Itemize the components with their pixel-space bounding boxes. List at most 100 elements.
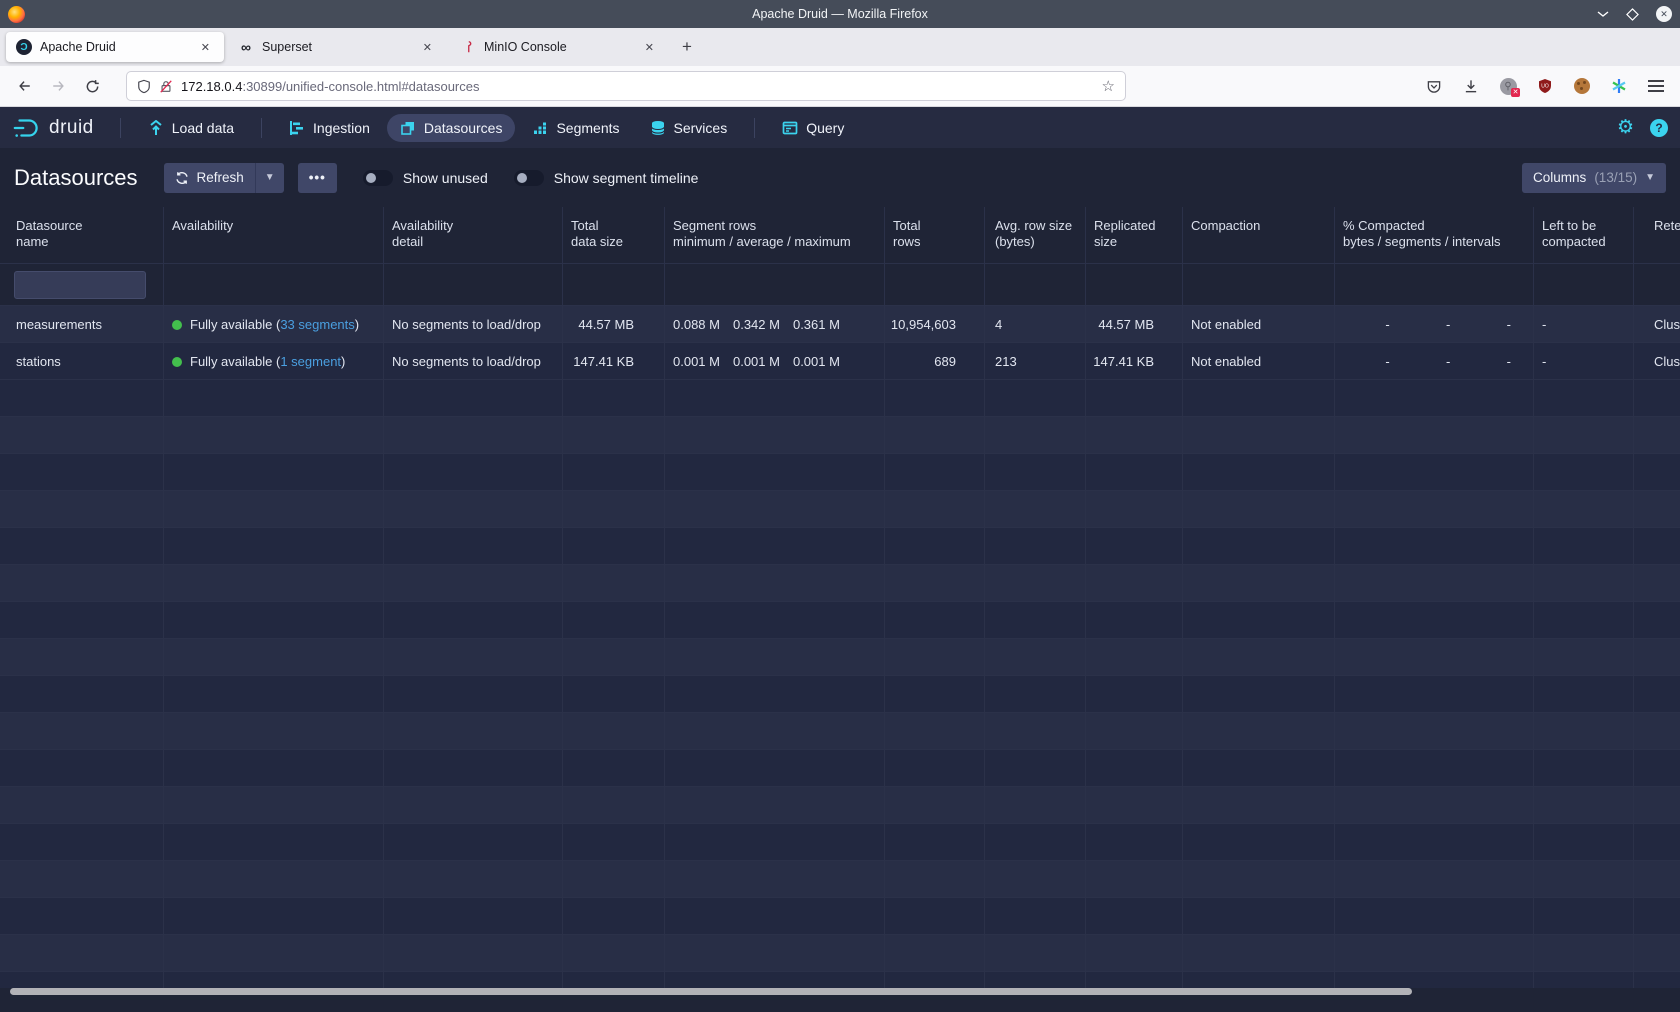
cookie-extension-icon[interactable] [1568, 72, 1596, 100]
table-row-stations[interactable]: stationsFully available (1 segment)No se… [0, 343, 1680, 380]
cell-empty [885, 602, 985, 639]
table-row-empty [0, 602, 1680, 639]
refresh-button[interactable]: Refresh [164, 163, 255, 193]
cell-empty [0, 417, 164, 454]
cell-name: measurements [0, 306, 164, 343]
page-title: Datasources [14, 165, 138, 191]
maximize-icon[interactable] [1626, 8, 1639, 21]
cell-total_rows: 10,954,603 [885, 306, 985, 343]
column-header-detail[interactable]: Availability detail [384, 207, 563, 263]
nav-item-datasources[interactable]: Datasources [387, 114, 516, 142]
new-tab-button[interactable]: + [672, 37, 702, 57]
cell-empty [1634, 713, 1680, 750]
url-bar[interactable]: 172.18.0.4:30899/unified-console.html#da… [126, 71, 1126, 101]
cell-empty [164, 565, 384, 602]
insecure-lock-icon[interactable] [159, 79, 173, 94]
downloads-icon[interactable] [1457, 72, 1485, 100]
cell-empty [665, 861, 885, 898]
refresh-dropdown-caret[interactable]: ▼ [255, 163, 284, 193]
table-row-measurements[interactable]: measurementsFully available (33 segments… [0, 306, 1680, 343]
column-header-total_data_size[interactable]: Total data size [563, 207, 665, 263]
tab-close-icon[interactable]: ✕ [641, 39, 658, 56]
tab-minio-console[interactable]: MinIO Console ✕ [450, 32, 668, 62]
druid-logo[interactable]: druid [12, 116, 94, 140]
nav-item-segments[interactable]: Segments [519, 114, 632, 142]
nav-item-ingestion[interactable]: Ingestion [276, 114, 383, 142]
datasource-name-filter-input[interactable] [14, 271, 146, 299]
cell-empty [0, 750, 164, 787]
url-path: :30899/unified-console.html#datasources [242, 79, 479, 94]
tab-close-icon[interactable]: ✕ [419, 39, 436, 56]
filter-cell-left_to_be_compacted [1534, 264, 1634, 306]
show-segment-timeline-toggle[interactable] [514, 170, 544, 186]
cell-empty [1183, 528, 1335, 565]
nav-item-load-data[interactable]: Load data [135, 114, 247, 142]
column-header-compaction[interactable]: Compaction [1183, 207, 1335, 263]
cell-empty [384, 491, 563, 528]
cell-empty [164, 824, 384, 861]
nav-item-services[interactable]: Services [637, 114, 741, 142]
cell-empty [1086, 676, 1183, 713]
cell-empty [1086, 824, 1183, 861]
column-header-replicated_size[interactable]: Replicated size [1086, 207, 1183, 263]
extensions-icon[interactable]: ⚲✕ [1494, 72, 1522, 100]
column-header-retention[interactable]: Retention [1634, 207, 1680, 263]
tab-apache-druid[interactable]: Ɔ Apache Druid ✕ [6, 32, 224, 62]
cell-empty [665, 491, 885, 528]
cell-empty [563, 602, 665, 639]
cell-name: stations [0, 343, 164, 380]
horizontal-scrollbar-thumb[interactable] [10, 988, 1412, 995]
column-header-avg_row_size[interactable]: Avg. row size (bytes) [985, 207, 1086, 263]
cell-empty [1634, 528, 1680, 565]
cell-empty [885, 417, 985, 454]
settings-gear-icon[interactable]: ⚙ [1617, 118, 1634, 137]
column-header-availability[interactable]: Availability [164, 207, 384, 263]
cell-empty [1183, 380, 1335, 417]
datasources-icon [400, 120, 416, 136]
ublock-origin-icon[interactable]: UO [1531, 72, 1559, 100]
cell-empty [563, 454, 665, 491]
url-text[interactable]: 172.18.0.4:30899/unified-console.html#da… [181, 79, 480, 94]
column-header-name[interactable]: Datasource name [0, 207, 164, 263]
forward-button[interactable] [44, 72, 72, 100]
column-header-pct_compacted[interactable]: % Compacted bytes / segments / intervals [1335, 207, 1534, 263]
more-actions-button[interactable]: ••• [298, 163, 337, 193]
nav-item-query[interactable]: Query [769, 114, 857, 142]
bar-chart-icon [532, 120, 548, 136]
cell-empty [885, 787, 985, 824]
columns-picker-button[interactable]: Columns (13/15) ▼ [1522, 163, 1666, 193]
column-header-left_to_be_compacted[interactable]: Left to be compacted [1534, 207, 1634, 263]
asterisk-extension-icon[interactable] [1605, 72, 1633, 100]
cell-empty [1534, 454, 1634, 491]
cell-empty [384, 528, 563, 565]
cell-left_to_be_compacted: - [1534, 343, 1634, 380]
column-header-segment_rows[interactable]: Segment rows minimum / average / maximum [665, 207, 885, 263]
shield-icon[interactable] [137, 79, 151, 94]
cell-empty [665, 972, 885, 988]
cell-empty [1335, 565, 1534, 602]
cell-empty [384, 972, 563, 988]
help-icon[interactable]: ? [1650, 119, 1668, 137]
bookmark-star-icon[interactable]: ☆ [1102, 77, 1115, 95]
show-unused-toggle[interactable] [363, 170, 393, 186]
tab-close-icon[interactable]: ✕ [197, 39, 214, 56]
cell-empty [0, 972, 164, 988]
cell-empty [384, 602, 563, 639]
reload-button[interactable] [78, 72, 106, 100]
menu-icon[interactable] [1642, 72, 1670, 100]
close-window-icon[interactable]: ✕ [1656, 6, 1672, 22]
segments-link[interactable]: 1 segment [280, 354, 341, 369]
cell-empty [164, 750, 384, 787]
window-title: Apache Druid — Mozilla Firefox [0, 7, 1680, 21]
back-button[interactable] [10, 72, 38, 100]
cell-empty [885, 898, 985, 935]
table-row-empty [0, 565, 1680, 602]
column-header-total_rows[interactable]: Total rows [885, 207, 985, 263]
cell-empty [985, 898, 1086, 935]
pocket-icon[interactable] [1420, 72, 1448, 100]
minimize-icon[interactable] [1597, 10, 1609, 18]
cell-empty [985, 861, 1086, 898]
cell-empty [1634, 454, 1680, 491]
segments-link[interactable]: 33 segments [280, 317, 354, 332]
tab-superset[interactable]: ∞ Superset ✕ [228, 32, 446, 62]
